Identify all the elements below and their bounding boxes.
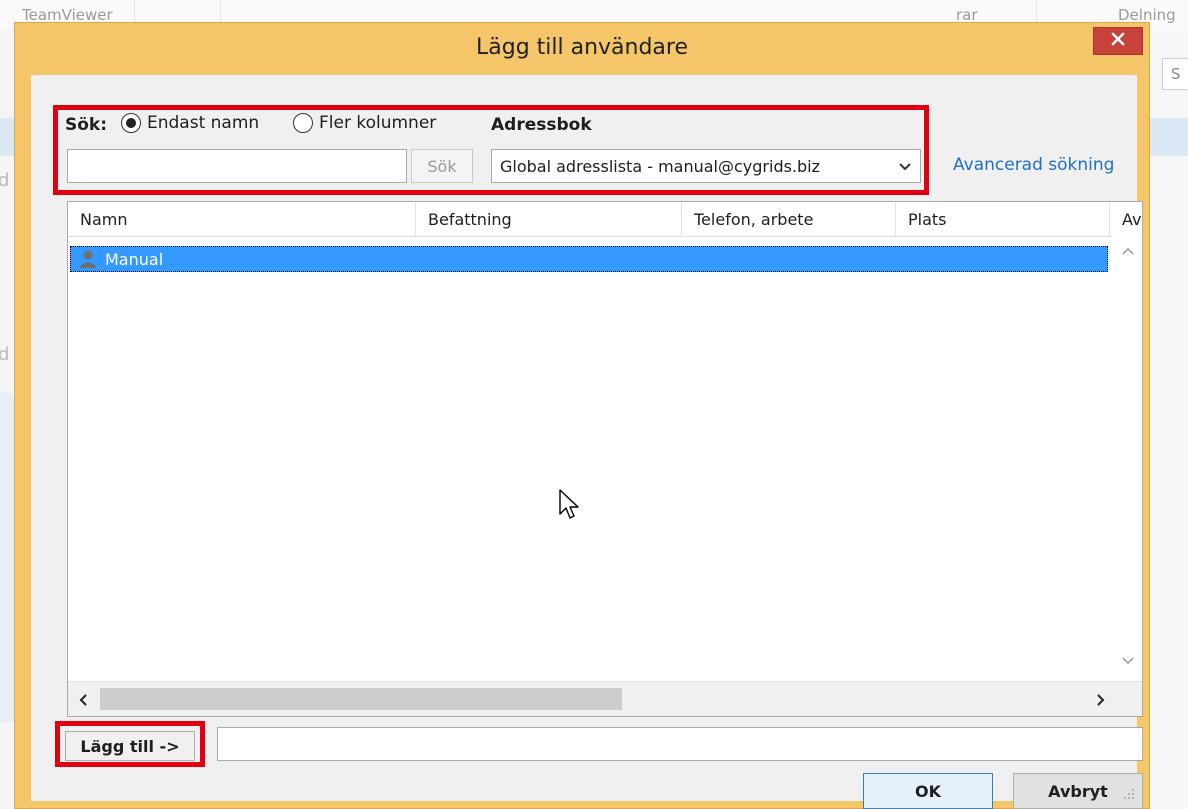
radio-checked-icon <box>121 113 141 133</box>
vertical-scrollbar[interactable] <box>1112 236 1142 682</box>
background-left-sidebar <box>0 392 14 722</box>
add-button[interactable]: Lägg till -> <box>65 731 195 761</box>
background-left-selected <box>0 118 14 156</box>
search-button[interactable]: Sök <box>411 149 473 183</box>
search-label: Sök: <box>65 115 108 135</box>
added-users-field[interactable] <box>217 727 1143 761</box>
add-user-dialog: Lägg till användare Sök: Endast namn Fle… <box>14 22 1150 809</box>
horizontal-scrollbar-thumb[interactable] <box>100 688 622 710</box>
list-item[interactable]: Manual <box>70 246 1108 272</box>
dialog-client-area: Sök: Endast namn Fler kolumner Adressbok… <box>31 75 1143 809</box>
chevron-down-icon[interactable] <box>1121 654 1135 670</box>
dialog-title: Lägg till användare <box>475 35 689 60</box>
background-left-glyph: d <box>0 170 10 191</box>
column-header-name[interactable]: Namn <box>68 202 416 236</box>
column-header-location[interactable]: Plats <box>896 202 1110 236</box>
addressbook-label: Adressbok <box>491 115 592 135</box>
chevron-right-icon[interactable] <box>1096 693 1106 711</box>
column-header-title[interactable]: Befattning <box>416 202 682 236</box>
background-right-search: S <box>1162 58 1188 90</box>
close-button[interactable] <box>1093 27 1143 55</box>
chevron-up-icon[interactable] <box>1121 244 1135 260</box>
dialog-titlebar[interactable]: Lägg till användare <box>15 23 1149 75</box>
radio-name-only[interactable]: Endast namn <box>121 113 259 133</box>
column-header-phone[interactable]: Telefon, arbete <box>682 202 896 236</box>
advanced-search-link[interactable]: Avancerad sökning <box>953 155 1114 175</box>
background-left-glyph: d <box>0 344 10 365</box>
chevron-down-icon <box>898 157 912 176</box>
ok-button[interactable]: OK <box>863 773 993 809</box>
resize-grip-icon[interactable] <box>1121 785 1135 799</box>
user-icon <box>79 249 97 269</box>
addressbook-dropdown[interactable]: Global adresslista - manual@cygrids.biz <box>491 149 921 183</box>
close-icon <box>1111 31 1125 51</box>
list-item-name: Manual <box>105 249 164 269</box>
list-header: Namn Befattning Telefon, arbete Plats Av <box>68 202 1142 237</box>
search-input[interactable] <box>67 149 407 183</box>
radio-more-columns[interactable]: Fler kolumner <box>293 113 436 133</box>
user-list[interactable]: Namn Befattning Telefon, arbete Plats Av… <box>67 201 1143 717</box>
radio-unchecked-icon <box>293 113 313 133</box>
radio-more-columns-label: Fler kolumner <box>319 113 437 133</box>
mouse-cursor-icon <box>559 489 581 526</box>
addressbook-value: Global adresslista - manual@cygrids.biz <box>500 156 821 176</box>
chevron-left-icon[interactable] <box>78 693 88 711</box>
background-right-selected <box>1150 118 1188 156</box>
radio-name-only-label: Endast namn <box>147 113 260 133</box>
horizontal-scrollbar[interactable] <box>68 681 1142 716</box>
column-header-av[interactable]: Av <box>1110 202 1142 236</box>
